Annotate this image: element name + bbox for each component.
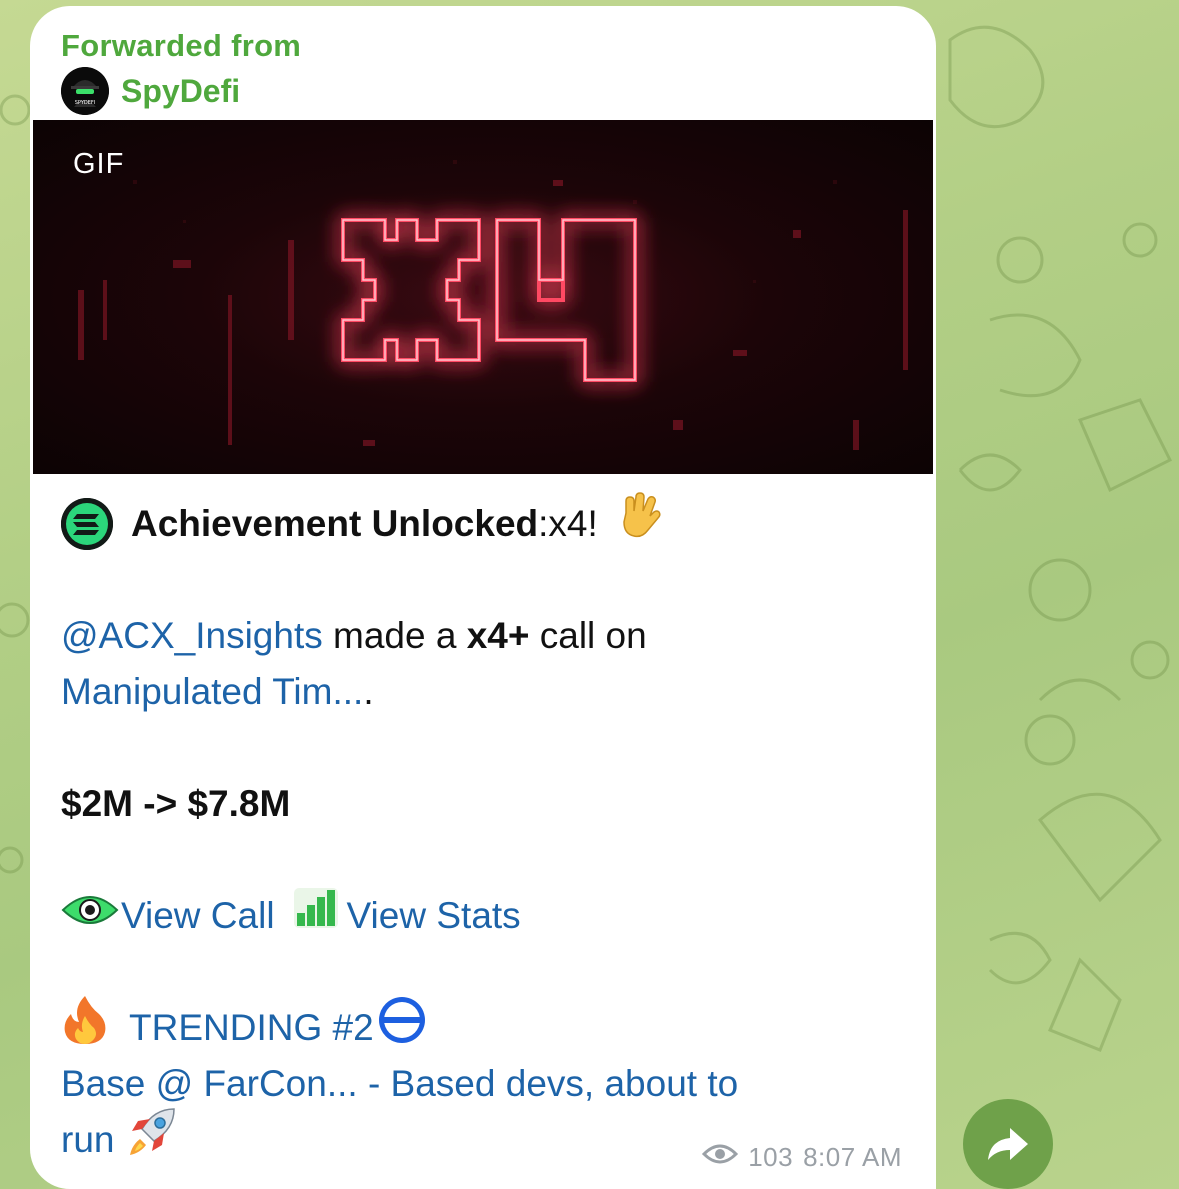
achievement-title: Achievement Unlocked [131,503,539,544]
achievement-line: Achievement Unlocked: x4! [61,492,921,552]
bar-chart-icon [293,887,339,945]
token-line: Manipulated Tim.... [61,664,921,720]
views-eye-icon [702,1142,739,1173]
market-cap-change: $2M -> $7.8M [61,783,291,824]
trending-line: TRENDING #2 [61,996,921,1056]
call-on-text: call on [529,615,647,656]
caller-link[interactable]: @ACX_Insights [61,608,323,664]
trending-token-link-cont[interactable]: run [61,1112,114,1168]
forwarded-label: Forwarded from [61,28,302,63]
trending-link-line1: Base @ FarCon... - Based devs, about to [61,1056,921,1112]
achievement-value: x4! [548,503,598,544]
rocket-icon [126,1105,182,1175]
source-avatar[interactable]: SPYDEFI [61,67,109,115]
trending-label[interactable]: TRENDING #2 [129,1000,374,1056]
fire-icon [61,994,109,1062]
message-bubble[interactable]: Forwarded from SPYDEFI SpyDefi GIF Achie… [30,6,936,1189]
message-meta: 103 8:07 AM [702,1142,902,1173]
call-line: @ACX_Insights made a x4+ call on [61,608,921,664]
achievement-colon: : [538,503,549,544]
x4-neon-graphic [78,160,908,450]
token-link[interactable]: Manipulated Tim... [61,664,363,720]
share-arrow-icon [988,1128,1028,1160]
gif-badge: GIF [73,148,125,180]
message-text: Achievement Unlocked: x4! @ACX_Insights … [61,492,921,1168]
spy-avatar-icon: SPYDEFI [61,67,109,115]
avatar-label: SPYDEFI [75,100,96,106]
view-count: 103 [748,1142,794,1172]
solana-icon [61,498,113,550]
forward-source[interactable]: SPYDEFI SpyDefi [61,66,240,116]
view-stats-link[interactable]: View Stats [347,888,521,944]
forward-share-button[interactable] [963,1099,1053,1189]
source-channel-name[interactable]: SpyDefi [121,73,240,110]
multiplier: x4+ [466,615,530,656]
actions-line: View Call View Stats [61,888,921,944]
vulcan-salute-icon [616,491,664,557]
made-text: made a [322,615,467,656]
trailing-dot: . [363,671,374,712]
base-logo-icon [374,995,430,1061]
trending-token-link[interactable]: Base @ FarCon... - Based devs, about to [61,1056,738,1112]
message-time: 8:07 AM [803,1142,902,1172]
gif-media[interactable]: GIF [33,120,933,474]
eye-icon [61,888,119,944]
view-call-link[interactable]: View Call [121,888,275,944]
